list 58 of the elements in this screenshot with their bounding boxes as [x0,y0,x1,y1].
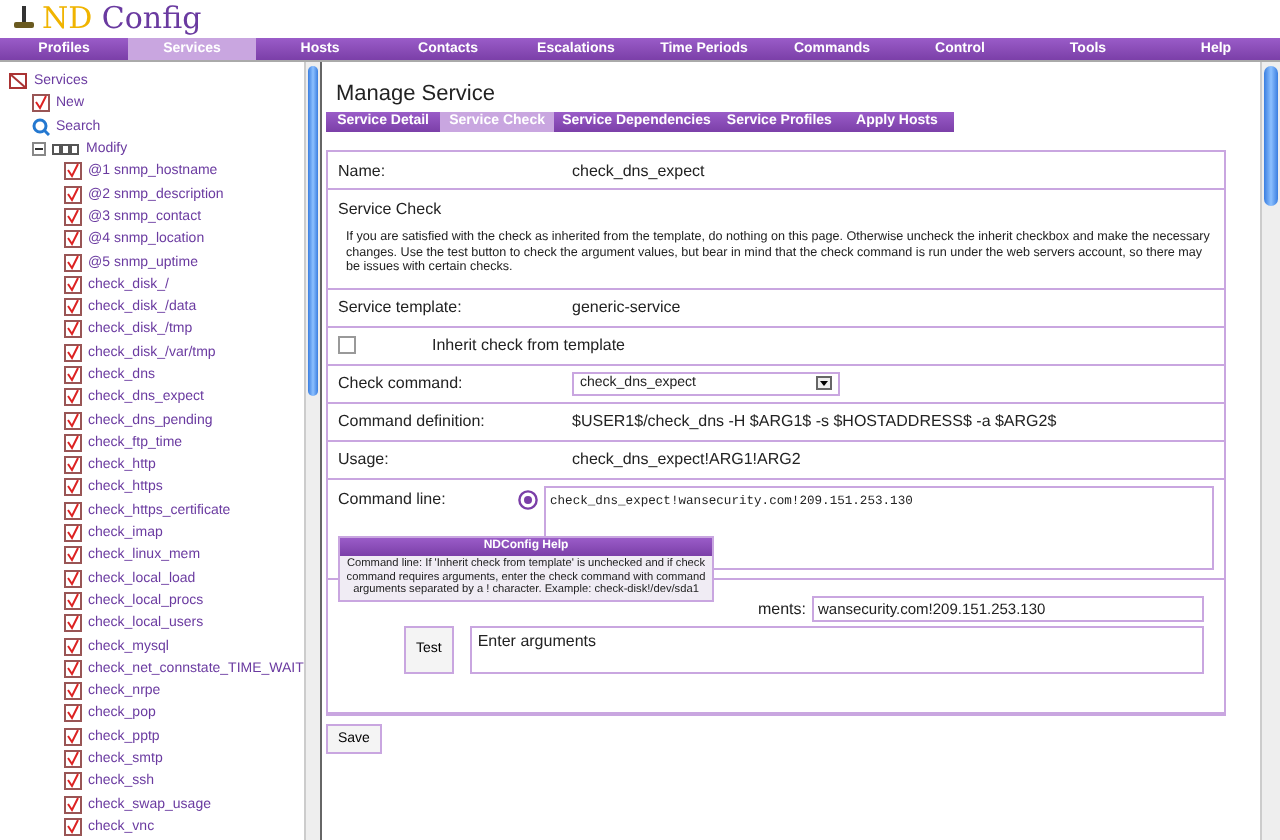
pen-logo-icon [10,4,38,32]
checkbox-icon [64,659,82,678]
search-icon [32,117,50,136]
checkbox-icon [64,478,82,497]
scrollbar-thumb[interactable] [307,66,318,396]
checkbox-icon [64,569,82,588]
help-icon[interactable] [518,489,538,509]
checkbox-icon [64,637,82,656]
checkbox-icon [64,433,82,452]
checkbox-icon [64,772,82,791]
dropdown-arrow-icon [816,376,832,390]
field-value: $USER1$/check_dns -H $ARG1$ -s $HOSTADDRESS$ -a $ARG2$ [572,412,1057,430]
checkbox-icon [64,456,82,475]
boxes-icon [52,143,80,156]
checkbox-icon [64,185,82,204]
checkbox-icon [64,750,82,769]
folder-icon [8,72,28,91]
field-label: Service template: [338,298,464,316]
checkbox-icon [64,298,82,317]
checkbox-icon [64,546,82,565]
app-title: ND Config [42,0,202,36]
checkbox-label: Inherit check from template [432,336,625,354]
checkbox-icon [64,230,82,249]
checkbox-icon [64,524,82,543]
checkbox-icon [64,704,82,723]
checkbox-icon [64,591,82,610]
field-label: Check command: [338,374,465,392]
collapse-icon[interactable] [32,142,46,157]
checkbox-icon [32,94,50,113]
result-box: Enter arguments [469,625,1204,673]
section-heading: Service Check [338,200,442,218]
field-label: Usage: [338,450,391,468]
checkbox-icon [64,411,82,430]
checkbox-icon [64,727,82,746]
checkbox-icon [64,207,82,226]
checkbox-icon [64,388,82,407]
checkbox[interactable] [338,336,356,354]
field-value: generic-service [572,298,681,316]
checkbox-icon [64,614,82,633]
field-label: Name: [338,161,388,179]
checkbox-icon [64,253,82,272]
field-label: Command line: [338,487,448,507]
checkbox-icon [64,162,82,181]
checkbox-icon [64,501,82,520]
field-value: check_dns_expect!ARG1!ARG2 [572,450,801,468]
checkbox-icon [64,366,82,384]
scrollbar[interactable] [1260,62,1280,840]
field-label: ments: [757,599,806,617]
field-label: Command definition: [338,412,487,430]
checkbox-icon [64,682,82,701]
checkbox-icon [64,320,82,339]
checkbox-icon [64,795,82,814]
checkbox-icon [64,275,82,294]
checkbox-icon [64,343,82,362]
scrollbar[interactable] [303,62,320,840]
scrollbar-thumb[interactable] [1264,66,1278,206]
field-value: check_dns_expect [572,161,705,179]
page-heading: Manage Service [334,80,497,110]
